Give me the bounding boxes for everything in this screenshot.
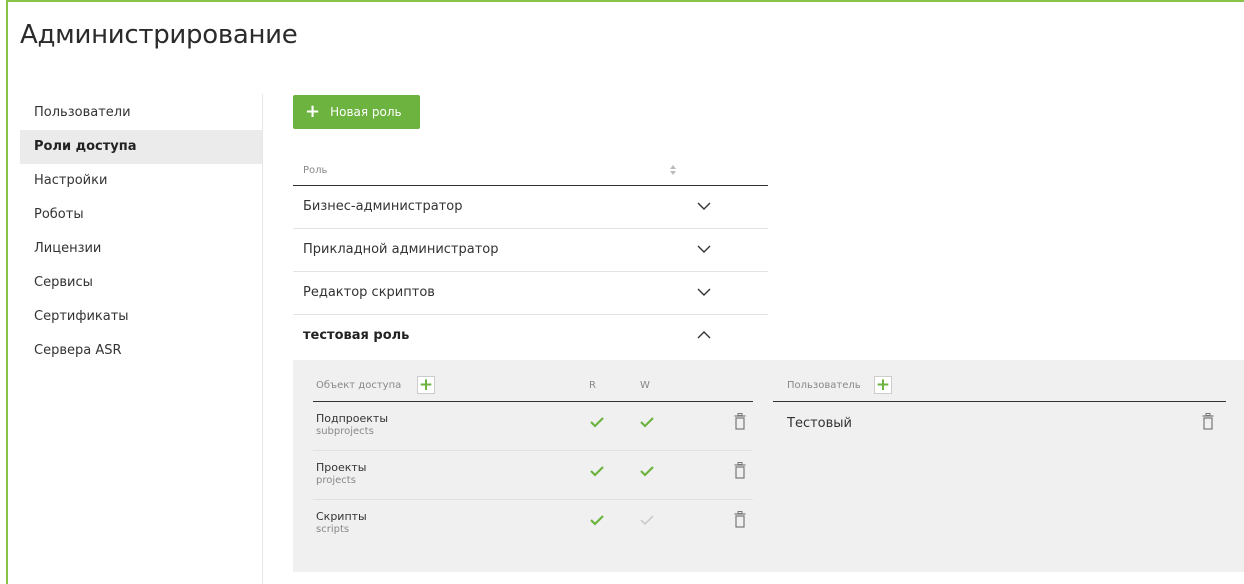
permissions-table-header: Объект доступа + R W — [313, 368, 753, 402]
trash-icon[interactable] — [1202, 413, 1214, 430]
add-object-button[interactable]: + — [417, 376, 435, 394]
roles-table: Роль Бизнес-администратор Прикладной адм… — [293, 156, 768, 358]
column-header-object: Объект доступа — [316, 380, 402, 391]
sidebar-item-certificates[interactable]: Сертификаты — [20, 300, 262, 334]
new-role-label: Новая роль — [330, 105, 402, 119]
object-name: Проекты — [316, 461, 367, 474]
object-name: Скрипты — [316, 510, 367, 523]
permissions-table: Объект доступа + R W Подпроекты subproje… — [313, 368, 753, 549]
permission-row: Подпроекты subprojects — [313, 402, 753, 451]
permission-row: Проекты projects — [313, 451, 753, 500]
trash-icon[interactable] — [734, 511, 746, 528]
sidebar-item-settings[interactable]: Настройки — [20, 164, 262, 198]
sidebar-item-asr-servers[interactable]: Сервера ASR — [20, 334, 262, 368]
read-check-icon[interactable] — [589, 464, 605, 478]
role-name: Редактор скриптов — [303, 285, 435, 300]
chevron-up-icon[interactable] — [697, 330, 711, 340]
role-row[interactable]: Редактор скриптов — [293, 272, 768, 315]
read-check-icon[interactable] — [589, 415, 605, 429]
object-code: scripts — [316, 524, 350, 535]
plus-icon: + — [305, 101, 321, 122]
user-row: Тестовый — [773, 402, 1226, 446]
users-table: Пользователь + Тестовый — [773, 368, 1226, 446]
trash-icon[interactable] — [734, 413, 746, 430]
sidebar-item-licenses[interactable]: Лицензии — [20, 232, 262, 266]
column-header-write: W — [640, 380, 650, 391]
object-code: subprojects — [316, 426, 374, 437]
role-row[interactable]: Прикладной администратор — [293, 229, 768, 272]
new-role-button[interactable]: + Новая роль — [293, 95, 420, 129]
permission-row: Скрипты scripts — [313, 500, 753, 549]
object-name: Подпроекты — [316, 412, 389, 425]
object-code: projects — [316, 475, 356, 486]
column-header-read: R — [589, 380, 596, 391]
write-check-icon[interactable] — [639, 415, 655, 429]
column-header-user: Пользователь — [787, 380, 861, 391]
column-header-role: Роль — [303, 165, 328, 176]
role-row[interactable]: Бизнес-администратор — [293, 186, 768, 229]
trash-icon[interactable] — [734, 462, 746, 479]
sidebar: Пользователи Роли доступа Настройки Робо… — [20, 96, 262, 368]
sidebar-divider — [262, 94, 263, 584]
read-check-icon[interactable] — [589, 513, 605, 527]
user-name: Тестовый — [787, 416, 852, 431]
chevron-down-icon[interactable] — [697, 244, 711, 254]
role-name: тестовая роль — [303, 328, 410, 343]
sidebar-item-access-roles[interactable]: Роли доступа — [20, 130, 262, 164]
sort-icon[interactable] — [669, 164, 677, 176]
sidebar-item-robots[interactable]: Роботы — [20, 198, 262, 232]
add-user-button[interactable]: + — [874, 376, 892, 394]
role-row-expanded[interactable]: тестовая роль — [293, 315, 768, 358]
page-title: Администрирование — [20, 20, 298, 50]
write-check-icon-off[interactable] — [639, 513, 655, 527]
chevron-down-icon[interactable] — [697, 201, 711, 211]
role-detail-panel: Объект доступа + R W Подпроекты subproje… — [293, 360, 1244, 572]
chevron-down-icon[interactable] — [697, 287, 711, 297]
sidebar-item-users[interactable]: Пользователи — [20, 96, 262, 130]
write-check-icon[interactable] — [639, 464, 655, 478]
role-name: Бизнес-администратор — [303, 199, 463, 214]
role-name: Прикладной администратор — [303, 242, 499, 257]
roles-table-header: Роль — [293, 156, 768, 186]
users-table-header: Пользователь + — [773, 368, 1226, 402]
sidebar-item-services[interactable]: Сервисы — [20, 266, 262, 300]
